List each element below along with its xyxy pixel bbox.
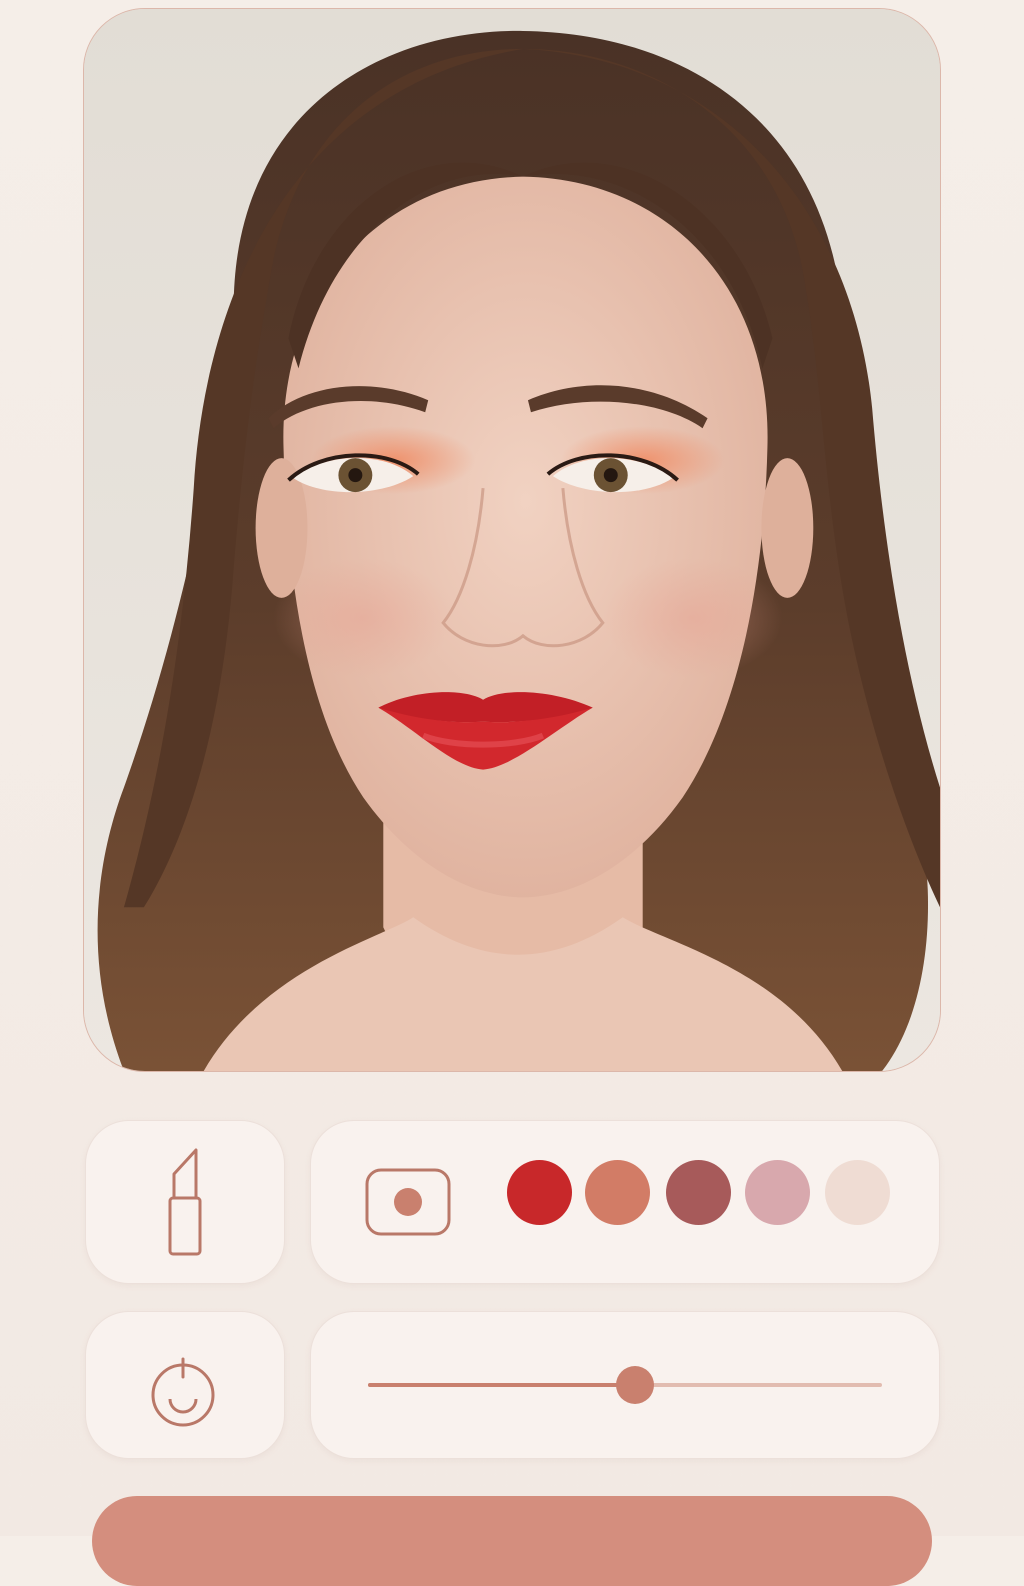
- shade-swatch-terracotta[interactable]: [585, 1160, 650, 1225]
- shade-swatch-nude[interactable]: [825, 1160, 890, 1225]
- intensity-slider-fill: [368, 1383, 635, 1387]
- lipstick-tool-button[interactable]: [160, 1146, 210, 1258]
- camera-icon: [365, 1168, 451, 1236]
- power-icon: [151, 1357, 215, 1427]
- shade-swatch-dusty-pink[interactable]: [745, 1160, 810, 1225]
- shade-swatch-mauve[interactable]: [666, 1160, 731, 1225]
- intensity-slider-track[interactable]: [368, 1366, 882, 1404]
- intensity-slider-thumb[interactable]: [616, 1366, 654, 1404]
- portrait-illustration: [84, 9, 940, 1071]
- shade-swatch-red[interactable]: [507, 1160, 572, 1225]
- camera-button[interactable]: [365, 1168, 451, 1236]
- power-button[interactable]: [150, 1355, 216, 1427]
- apply-button[interactable]: [92, 1496, 932, 1586]
- lipstick-icon: [168, 1148, 202, 1256]
- portrait-photo: [83, 8, 941, 1072]
